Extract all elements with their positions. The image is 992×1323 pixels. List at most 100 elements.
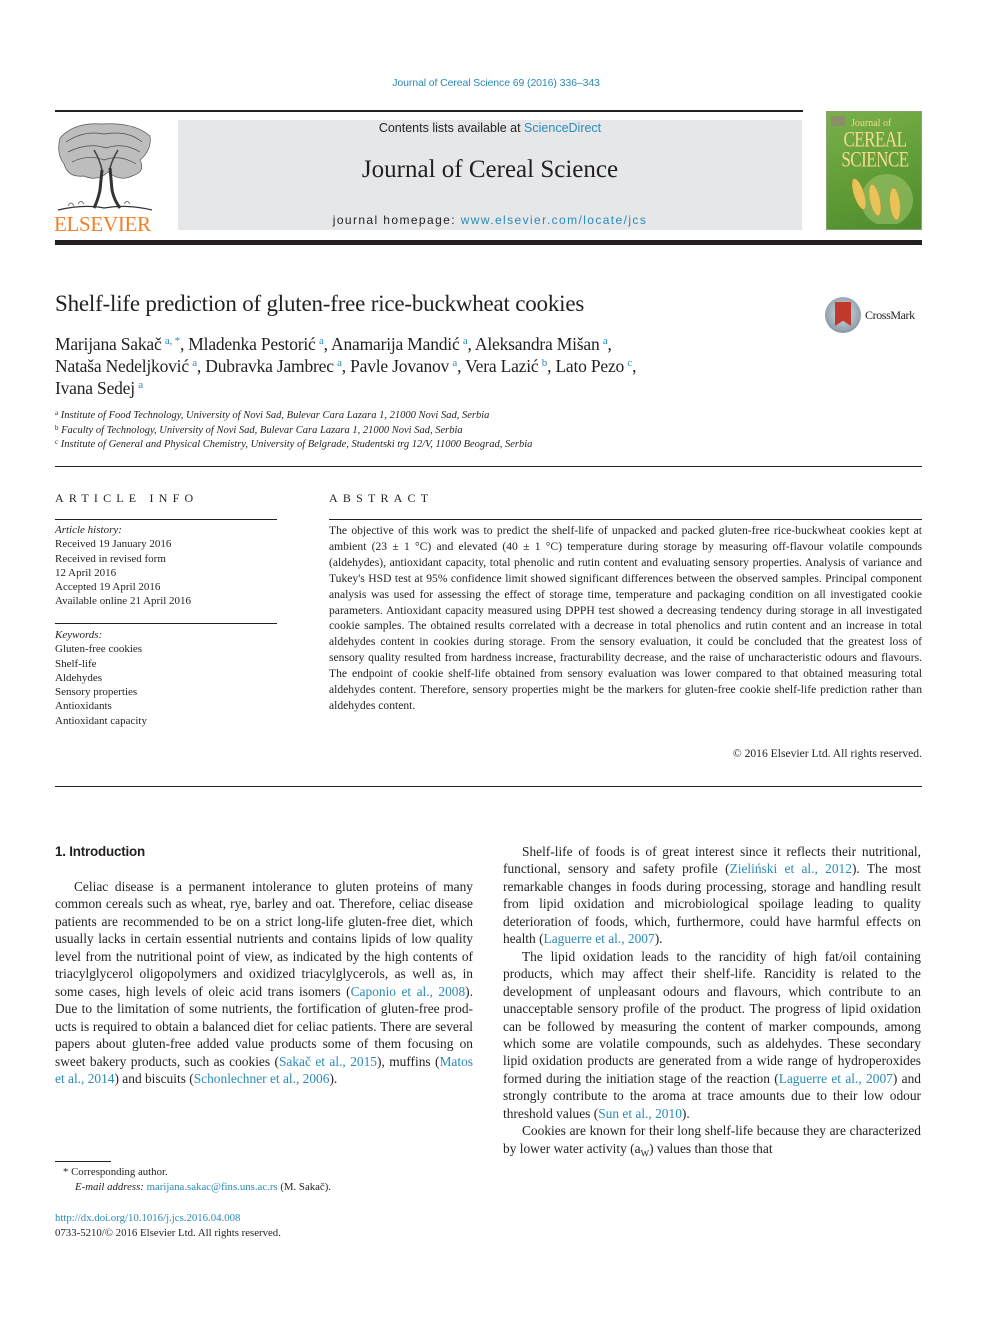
body-text: ), muffins ( bbox=[376, 1053, 440, 1069]
citation-link[interactable]: Laguerre et al., 2007 bbox=[779, 1071, 893, 1086]
author-affiliation-marker[interactable]: c bbox=[627, 357, 632, 369]
author-affiliation-marker[interactable]: a bbox=[452, 357, 457, 369]
abstract-heading: ABSTRACT bbox=[329, 491, 434, 505]
journal-cover-image[interactable]: Journal of CEREAL SCIENCE bbox=[826, 111, 922, 230]
history-item: Available online 21 April 2016 bbox=[55, 595, 192, 608]
author-name[interactable]: Nataša Nedeljković bbox=[55, 356, 189, 376]
email-link[interactable]: marijana.sakac@fins.uns.ac.rs bbox=[147, 1181, 278, 1193]
email-label: E-mail address: bbox=[75, 1181, 144, 1193]
doi-link[interactable]: http://dx.doi.org/10.1016/j.jcs.2016.04.… bbox=[55, 1212, 240, 1224]
affiliation-list: a Institute of Food Technology, Universi… bbox=[55, 409, 532, 453]
abstract-divider bbox=[329, 519, 922, 520]
body-text: ) values than those that bbox=[649, 1140, 773, 1156]
article-info-divider bbox=[55, 519, 277, 520]
keyword-item: Shelf-life bbox=[55, 657, 97, 670]
citation-link[interactable]: Sun et al., 2010 bbox=[598, 1106, 682, 1121]
contents-line: Contents lists available at ScienceDirec… bbox=[178, 121, 802, 135]
cover-elsevier-badge-icon bbox=[831, 116, 845, 126]
author-name[interactable]: Anamarija Mandić bbox=[331, 334, 460, 354]
issn-copyright: 0733-5210/© 2016 Elsevier Ltd. All right… bbox=[55, 1227, 281, 1239]
author-affiliation-marker[interactable]: a bbox=[603, 335, 608, 347]
affiliations-divider bbox=[55, 466, 922, 467]
author-name[interactable]: Dubravka Jambrec bbox=[205, 356, 334, 376]
sciencedirect-link[interactable]: ScienceDirect bbox=[524, 121, 601, 135]
author-affiliation-marker[interactable]: b bbox=[542, 357, 548, 369]
history-item: Accepted 19 April 2016 bbox=[55, 581, 161, 594]
keyword-item: Sensory properties bbox=[55, 686, 138, 699]
journal-homepage-link[interactable]: www.elsevier.com/locate/jcs bbox=[461, 213, 648, 227]
body-paragraph: Shelf-life of foods is of great interest… bbox=[503, 843, 921, 948]
citation-link[interactable]: Laguerre et al., 2007 bbox=[544, 931, 655, 946]
author-affiliation-marker[interactable]: a bbox=[319, 335, 324, 347]
article-history-label: Article history: bbox=[55, 524, 122, 536]
keyword-item: Antioxidant capacity bbox=[55, 714, 147, 727]
citation-link[interactable]: Schonlechner et al., 2006 bbox=[194, 1071, 330, 1086]
cover-title-line3: SCIENCE bbox=[841, 147, 909, 172]
author-name[interactable]: Lato Pezo bbox=[555, 356, 624, 376]
author-name[interactable]: Ivana Sedej bbox=[55, 378, 135, 398]
footnotes: * Corresponding author. E-mail address: … bbox=[55, 1165, 331, 1195]
body-column-right: Shelf-life of foods is of great interest… bbox=[503, 843, 921, 1163]
keyword-item: Gluten-free cookies bbox=[55, 643, 143, 656]
citation-link[interactable]: Caponio et al., 2008 bbox=[351, 984, 466, 999]
corresponding-mark: * bbox=[63, 1166, 69, 1178]
keyword-item: Antioxidants bbox=[55, 700, 112, 713]
affiliation-item: c Institute of General and Physical Chem… bbox=[55, 438, 532, 453]
affiliation-text: Institute of Food Technology, University… bbox=[58, 410, 490, 421]
abstract-end-divider bbox=[55, 786, 922, 787]
body-text: ). bbox=[654, 931, 663, 947]
author-name[interactable]: Aleksandra Mišan bbox=[475, 334, 600, 354]
author-name[interactable]: Vera Lazić bbox=[465, 356, 538, 376]
email-suffix: (M. Sakač). bbox=[277, 1181, 332, 1193]
article-title: Shelf-life prediction of gluten-free ric… bbox=[55, 291, 585, 316]
affiliation-item: b Faculty of Technology, University of N… bbox=[55, 424, 532, 439]
wheat-illustration-icon bbox=[851, 174, 913, 224]
author-name[interactable]: Pavle Jovanov bbox=[350, 356, 449, 376]
keywords-divider bbox=[55, 623, 277, 624]
body-text: ). bbox=[329, 1070, 338, 1086]
body-text: Celiac disease is a permanent intoleranc… bbox=[55, 879, 473, 999]
history-item: Received in revised form bbox=[55, 552, 166, 565]
article-history: Article history: Received 19 January 201… bbox=[55, 523, 191, 609]
citation-link[interactable]: Sakač et al., 2015 bbox=[279, 1054, 377, 1069]
journal-title: Journal of Cereal Science bbox=[361, 156, 619, 183]
body-text: The lipid oxidation leads to the rancidi… bbox=[503, 948, 921, 1086]
history-item: 12 April 2016 bbox=[55, 566, 117, 579]
journal-homepage-line: journal homepage: www.elsevier.com/locat… bbox=[178, 213, 802, 227]
subscript: W bbox=[640, 1148, 650, 1159]
keyword-list: Gluten-free cookies Shelf-life Aldehydes Se… bbox=[55, 642, 147, 728]
elsevier-wordmark[interactable]: ELSEVIER bbox=[54, 212, 151, 237]
body-text: ). bbox=[681, 1105, 690, 1121]
author-name[interactable]: Marijana Sakač bbox=[55, 334, 162, 354]
body-column-left: Celiac disease is a permanent intoleranc… bbox=[55, 878, 473, 1087]
abstract-text: The objective of this work was to predic… bbox=[329, 524, 922, 712]
doi-block: http://dx.doi.org/10.1016/j.jcs.2016.04.… bbox=[55, 1211, 281, 1241]
author-name[interactable]: Mladenka Pestorić bbox=[188, 334, 316, 354]
author-affiliation-marker[interactable]: a bbox=[192, 357, 197, 369]
crossmark-button[interactable]: CrossMark bbox=[825, 297, 925, 333]
contents-prefix: Contents lists available at bbox=[378, 121, 525, 135]
abstract-copyright: © 2016 Elsevier Ltd. All rights reserved… bbox=[732, 747, 922, 760]
history-item: Received 19 January 2016 bbox=[55, 538, 172, 551]
article-info-heading: ARTICLE INFO bbox=[55, 491, 199, 505]
running-head[interactable]: Journal of Cereal Science 69 (2016) 336–… bbox=[0, 77, 992, 89]
author-affiliation-marker[interactable]: a bbox=[138, 379, 143, 391]
body-paragraph: The lipid oxidation leads to the rancidi… bbox=[503, 948, 921, 1123]
footnote-divider bbox=[55, 1161, 111, 1162]
body-paragraph: Cookies are known for their long shelf-l… bbox=[503, 1122, 921, 1163]
author-affiliation-marker[interactable]: a bbox=[337, 357, 342, 369]
keywords-label: Keywords: bbox=[55, 629, 103, 641]
homepage-prefix: journal homepage: bbox=[332, 213, 461, 227]
body-text: ) and biscuits ( bbox=[114, 1070, 194, 1086]
body-paragraph: Celiac disease is a permanent intoleranc… bbox=[55, 878, 473, 1087]
citation-link[interactable]: Zieliński et al., 2012 bbox=[730, 861, 852, 876]
crossmark-label: CrossMark bbox=[865, 308, 915, 322]
author-list: Marijana Sakač a, *, Mladenka Pestorić a… bbox=[55, 334, 637, 398]
masthead-bottom-rule bbox=[55, 240, 922, 245]
author-affiliation-marker[interactable]: a, * bbox=[165, 335, 180, 347]
email-note: E-mail address: marijana.sakac@fins.uns.… bbox=[55, 1180, 331, 1195]
corresponding-text: Corresponding author. bbox=[71, 1166, 168, 1178]
keywords-block: Keywords: Gluten-free cookies Shelf-life A… bbox=[55, 628, 147, 728]
author-affiliation-marker[interactable]: a bbox=[463, 335, 468, 347]
section-heading-introduction: 1. Introduction bbox=[55, 844, 145, 859]
